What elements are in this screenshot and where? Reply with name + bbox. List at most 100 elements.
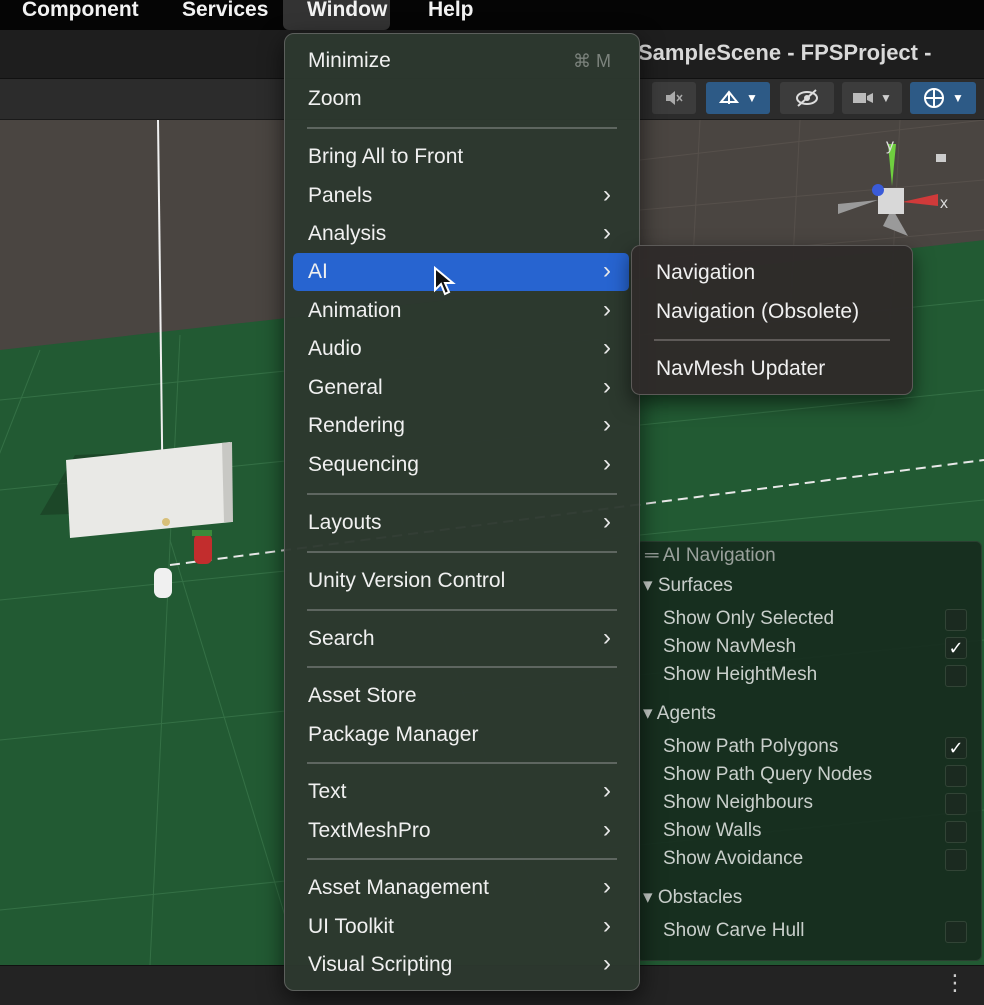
drag-handle-icon[interactable]: ═ bbox=[645, 545, 658, 566]
chevron-down-icon: ▼ bbox=[746, 91, 758, 105]
gizmos-toggle-button[interactable]: ▼ bbox=[910, 82, 976, 114]
camera-settings-button[interactable]: ▼ bbox=[842, 82, 902, 114]
option-show-walls: Show Walls bbox=[663, 820, 762, 841]
menu-item-rendering[interactable]: Rendering › bbox=[293, 407, 629, 445]
option-show-neighbours: Show Neighbours bbox=[663, 792, 813, 813]
chevron-right-icon: › bbox=[603, 373, 611, 400]
effects-icon bbox=[718, 90, 740, 104]
menu-item-bring-all-to-front[interactable]: Bring All to Front bbox=[293, 138, 629, 176]
checkbox-show-navmesh[interactable]: ✓ bbox=[945, 637, 967, 659]
menu-window[interactable]: Window bbox=[283, 0, 390, 30]
menu-item-asset-management[interactable]: Asset Management › bbox=[293, 869, 629, 907]
menu-separator bbox=[307, 127, 617, 129]
menu-separator bbox=[307, 493, 617, 495]
more-options-icon[interactable]: ⋮ bbox=[944, 970, 966, 996]
chevron-right-icon: › bbox=[603, 912, 611, 939]
menu-help[interactable]: Help bbox=[416, 0, 486, 30]
menu-bar: Component Services Window Help bbox=[0, 0, 984, 30]
camera-icon bbox=[853, 93, 874, 103]
chevron-right-icon: › bbox=[603, 450, 611, 477]
menu-item-search[interactable]: Search › bbox=[293, 620, 629, 658]
option-show-navmesh: Show NavMesh bbox=[663, 636, 797, 657]
option-show-carve-hull: Show Carve Hull bbox=[663, 920, 805, 941]
foldout-arrow-icon: ▾ bbox=[643, 703, 653, 724]
effects-toggle-button[interactable]: ▼ bbox=[706, 82, 770, 114]
checkbox-show-carve-hull[interactable] bbox=[945, 921, 967, 943]
menu-separator bbox=[307, 666, 617, 668]
menu-item-ai[interactable]: AI › bbox=[293, 253, 629, 291]
submenu-item-navigation-obsolete[interactable]: Navigation (Obsolete) bbox=[656, 300, 859, 324]
eye-slash-icon bbox=[796, 89, 818, 107]
chevron-right-icon: › bbox=[603, 181, 611, 208]
menu-item-animation[interactable]: Animation › bbox=[293, 292, 629, 330]
scene-window-title: SampleScene - FPSProject - bbox=[638, 40, 932, 65]
scene-visibility-button[interactable] bbox=[780, 82, 834, 114]
chevron-right-icon: › bbox=[603, 296, 611, 323]
menu-separator bbox=[307, 762, 617, 764]
checkbox-show-only-selected[interactable] bbox=[945, 609, 967, 631]
shortcut-label: ⌘ M bbox=[573, 51, 611, 71]
chevron-right-icon: › bbox=[603, 873, 611, 900]
submenu-item-navigation[interactable]: Navigation bbox=[656, 261, 755, 285]
chevron-down-icon: ▼ bbox=[880, 91, 892, 105]
menu-item-text[interactable]: Text › bbox=[293, 773, 629, 811]
menu-item-layouts[interactable]: Layouts › bbox=[293, 504, 629, 542]
menu-item-asset-store[interactable]: Asset Store bbox=[293, 677, 629, 715]
menu-separator bbox=[307, 551, 617, 553]
submenu-item-navmesh-updater[interactable]: NavMesh Updater bbox=[656, 357, 825, 381]
menu-separator bbox=[307, 609, 617, 611]
menu-item-unity-version-control[interactable]: Unity Version Control bbox=[293, 562, 629, 600]
chevron-right-icon: › bbox=[603, 257, 611, 284]
checkbox-show-heightmesh[interactable] bbox=[945, 665, 967, 687]
menu-services[interactable]: Services bbox=[170, 0, 280, 30]
ai-navigation-overlay: ═ AI Navigation ▾ Surfaces Show Only Sel… bbox=[636, 541, 982, 961]
menu-item-ui-toolkit[interactable]: UI Toolkit › bbox=[293, 908, 629, 946]
audio-mute-button[interactable] bbox=[652, 82, 696, 114]
orientation-gizmo-icon[interactable]: y x bbox=[828, 136, 978, 256]
section-surfaces[interactable]: ▾ Surfaces bbox=[643, 574, 733, 597]
chevron-down-icon: ▼ bbox=[952, 91, 964, 105]
chevron-right-icon: › bbox=[603, 950, 611, 977]
checkbox-show-neighbours[interactable] bbox=[945, 793, 967, 815]
chevron-right-icon: › bbox=[603, 411, 611, 438]
chevron-right-icon: › bbox=[603, 624, 611, 651]
checkbox-show-path-query-nodes[interactable] bbox=[945, 765, 967, 787]
speaker-muted-icon bbox=[666, 91, 683, 105]
menu-item-panels[interactable]: Panels › bbox=[293, 177, 629, 215]
overlay-title: ═ AI Navigation bbox=[645, 545, 776, 566]
option-show-path-query-nodes: Show Path Query Nodes bbox=[663, 764, 873, 785]
chevron-right-icon: › bbox=[603, 508, 611, 535]
menu-item-zoom[interactable]: Zoom bbox=[293, 80, 629, 118]
checkbox-show-walls[interactable] bbox=[945, 821, 967, 843]
menu-item-minimize[interactable]: Minimize ⌘ M bbox=[293, 42, 629, 80]
gizmo-icon bbox=[924, 88, 945, 108]
chevron-right-icon: › bbox=[603, 219, 611, 246]
ai-submenu: Navigation Navigation (Obsolete) NavMesh… bbox=[631, 245, 913, 395]
section-obstacles[interactable]: ▾ Obstacles bbox=[643, 886, 742, 909]
gizmo-y-label: y bbox=[886, 137, 894, 154]
gizmo-x-label: x bbox=[940, 195, 948, 212]
menu-item-general[interactable]: General › bbox=[293, 369, 629, 407]
chevron-right-icon: › bbox=[603, 777, 611, 804]
option-show-heightmesh: Show HeightMesh bbox=[663, 664, 818, 685]
menu-item-package-manager[interactable]: Package Manager bbox=[293, 716, 629, 754]
menu-item-visual-scripting[interactable]: Visual Scripting › bbox=[293, 946, 629, 984]
menu-separator bbox=[654, 339, 890, 341]
menu-component[interactable]: Component bbox=[10, 0, 151, 30]
mouse-cursor-icon bbox=[434, 266, 456, 296]
option-show-avoidance: Show Avoidance bbox=[663, 848, 804, 869]
chevron-right-icon: › bbox=[603, 334, 611, 361]
menu-item-sequencing[interactable]: Sequencing › bbox=[293, 446, 629, 484]
section-agents[interactable]: ▾ Agents bbox=[643, 702, 716, 725]
menu-item-audio[interactable]: Audio › bbox=[293, 330, 629, 368]
checkbox-show-avoidance[interactable] bbox=[945, 849, 967, 871]
menu-item-analysis[interactable]: Analysis › bbox=[293, 215, 629, 253]
window-menu: Minimize ⌘ M Zoom Bring All to Front Pan… bbox=[284, 33, 640, 991]
foldout-arrow-icon: ▾ bbox=[643, 887, 653, 908]
foldout-arrow-icon: ▾ bbox=[643, 575, 653, 596]
menu-separator bbox=[307, 858, 617, 860]
lock-icon[interactable] bbox=[936, 154, 946, 162]
menu-item-textmeshpro[interactable]: TextMeshPro › bbox=[293, 812, 629, 850]
option-show-only-selected: Show Only Selected bbox=[663, 608, 835, 629]
checkbox-show-path-polygons[interactable]: ✓ bbox=[945, 737, 967, 759]
